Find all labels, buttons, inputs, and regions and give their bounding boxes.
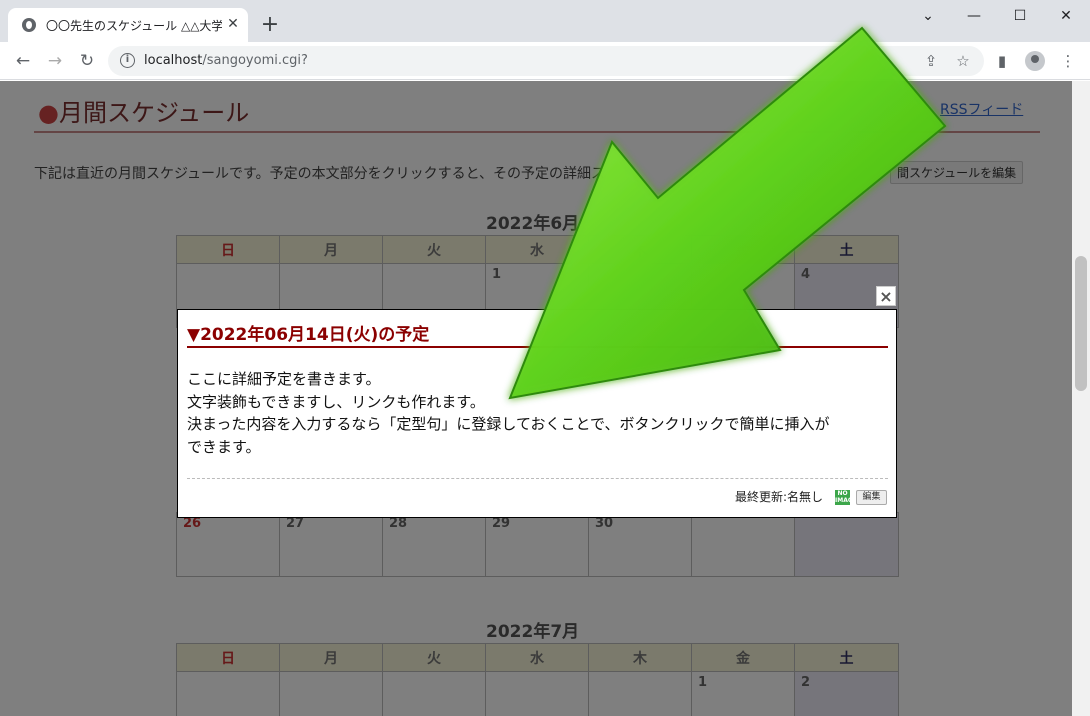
popup-close-button[interactable]: × [876, 286, 896, 306]
menu-icon[interactable]: ⋮ [1056, 49, 1080, 73]
popup-body-line: できます。 [187, 437, 261, 456]
star-icon[interactable]: ☆ [951, 49, 975, 73]
popup-footer-divider [187, 478, 888, 479]
back-icon[interactable]: ← [11, 49, 35, 73]
address-bar[interactable]: i localhost/sangoyomi.cgi? [108, 46, 984, 76]
popup-body-line: ここに詳細予定を書きます。 [187, 370, 381, 388]
minimize-button[interactable]: — [951, 4, 997, 28]
browser-tab[interactable]: 〇〇先生のスケジュール △△大学☆ ✕ [8, 8, 248, 42]
browser-toolbar: ← → ↻ i localhost/sangoyomi.cgi? ⇪ ☆ ▮ ⋮ [0, 42, 1090, 80]
globe-icon [22, 18, 36, 32]
tab-search-button[interactable]: ⌄ [905, 4, 951, 28]
reload-icon[interactable]: ↻ [75, 49, 99, 73]
share-icon[interactable]: ⇪ [919, 49, 943, 73]
popup-body-line: 決まった内容を入力するなら「定型句」に登録しておくことで、ボタンクリックで簡単に… [187, 415, 830, 433]
popup-title: ▼2022年06月14日(火)の予定 [187, 325, 430, 345]
popup-body: ここに詳細予定を書きます。 文字装飾もできますし、リンクも作れます。 決まった内… [187, 368, 887, 458]
side-panel-icon[interactable]: ▮ [990, 49, 1014, 73]
forward-icon[interactable]: → [43, 49, 67, 73]
new-tab-button[interactable]: + [258, 13, 282, 37]
last-updated-text: 最終更新:名無し [735, 490, 824, 504]
profile-icon[interactable] [1025, 51, 1045, 71]
close-window-button[interactable]: ✕ [1043, 4, 1089, 28]
tab-close-icon[interactable]: ✕ [224, 15, 242, 33]
schedule-detail-popup: ▼2022年06月14日(火)の予定 ここに詳細予定を書きます。 文字装飾もでき… [177, 309, 897, 518]
info-icon[interactable]: i [120, 53, 135, 68]
maximize-button[interactable]: ☐ [997, 4, 1043, 28]
tab-strip: 〇〇先生のスケジュール △△大学☆ ✕ + ⌄ — ☐ ✕ [0, 0, 1090, 42]
edit-button[interactable]: 編集 [856, 490, 887, 505]
no-image-icon: NO IMAGE [835, 490, 857, 505]
popup-body-line: 文字装飾もできますし、リンクも作れます。 [187, 392, 485, 411]
tab-title: 〇〇先生のスケジュール △△大学☆ [46, 19, 222, 33]
popup-divider [187, 346, 888, 348]
page-scrollbar[interactable] [1072, 81, 1090, 716]
scrollbar-thumb[interactable] [1075, 256, 1087, 391]
url-text[interactable]: localhost/sangoyomi.cgi? [144, 53, 308, 68]
